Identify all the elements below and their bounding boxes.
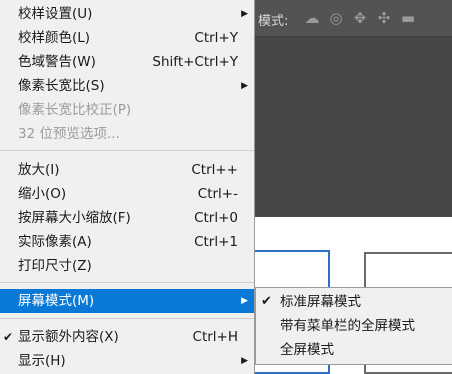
menu-item-32bit-preview-options: 32 位预览选项...: [18, 126, 120, 142]
menu-item-fit-on-screen[interactable]: 按屏幕大小缩放(F) Ctrl+0: [0, 206, 254, 230]
view-menu: 校样设置(U) ▶ 校样颜色(L) Ctrl+Y 色域警告(W) Shift+C…: [0, 0, 255, 374]
menu-item-show[interactable]: 显示(H) ▶: [0, 349, 254, 373]
menu-item-show-extras[interactable]: ✔ 显示额外内容(X) Ctrl+H: [0, 325, 254, 349]
shortcut: Ctrl+1: [194, 234, 238, 250]
menu-item-zoom-in[interactable]: 放大(I) Ctrl++: [0, 158, 254, 182]
screen-mode-submenu: ✔ 标准屏幕模式 带有菜单栏的全屏模式 全屏模式: [255, 287, 452, 365]
mode-label: 模式:: [258, 14, 289, 29]
checkmark-icon: ✔: [261, 294, 272, 309]
menu-separator: [0, 282, 254, 283]
submenu-item-standard-screen-mode[interactable]: ✔ 标准屏幕模式: [256, 290, 452, 314]
submenu-arrow-icon: ▶: [241, 9, 248, 19]
menu-item-proof-colors[interactable]: 校样颜色(L) Ctrl+Y: [0, 26, 254, 50]
shortcut: Ctrl+-: [197, 186, 238, 202]
shortcut: Ctrl++: [191, 162, 238, 178]
roll-3d-icon[interactable]: ◎: [327, 9, 345, 27]
menu-item-pixel-aspect-correction: 像素长宽比校正(P): [18, 102, 132, 118]
orbit-3d-icon[interactable]: ☁: [303, 9, 321, 27]
submenu-item-full-screen-with-menubar[interactable]: 带有菜单栏的全屏模式: [256, 314, 452, 338]
shortcut: Ctrl+H: [192, 329, 238, 345]
shortcut: Ctrl+0: [194, 210, 238, 226]
menu-item-screen-mode[interactable]: 屏幕模式(M) ▶: [0, 289, 254, 313]
checkmark-icon: ✔: [3, 330, 14, 344]
submenu-arrow-icon: ▶: [241, 81, 248, 91]
shortcut: Ctrl+Y: [194, 30, 238, 46]
submenu-item-full-screen-mode[interactable]: 全屏模式: [256, 338, 452, 362]
menu-item-print-size[interactable]: 打印尺寸(Z): [0, 254, 254, 278]
menu-item-pixel-aspect-ratio[interactable]: 像素长宽比(S) ▶: [0, 74, 254, 98]
menu-separator: [0, 318, 254, 319]
menu-item-zoom-out[interactable]: 缩小(O) Ctrl+-: [0, 182, 254, 206]
menu-separator: [0, 150, 254, 151]
menu-item-proof-setup[interactable]: 校样设置(U) ▶: [0, 2, 254, 26]
submenu-arrow-icon: ▶: [241, 296, 248, 306]
menu-item-actual-pixels[interactable]: 实际像素(A) Ctrl+1: [0, 230, 254, 254]
submenu-arrow-icon: ▶: [241, 356, 248, 366]
drag-3d-icon[interactable]: ✥: [351, 9, 369, 27]
shortcut: Shift+Ctrl+Y: [152, 54, 238, 70]
menu-item-gamut-warning[interactable]: 色域警告(W) Shift+Ctrl+Y: [0, 50, 254, 74]
slide-3d-icon[interactable]: ✣: [375, 9, 393, 27]
scale-3d-icon[interactable]: ▬: [399, 9, 417, 27]
